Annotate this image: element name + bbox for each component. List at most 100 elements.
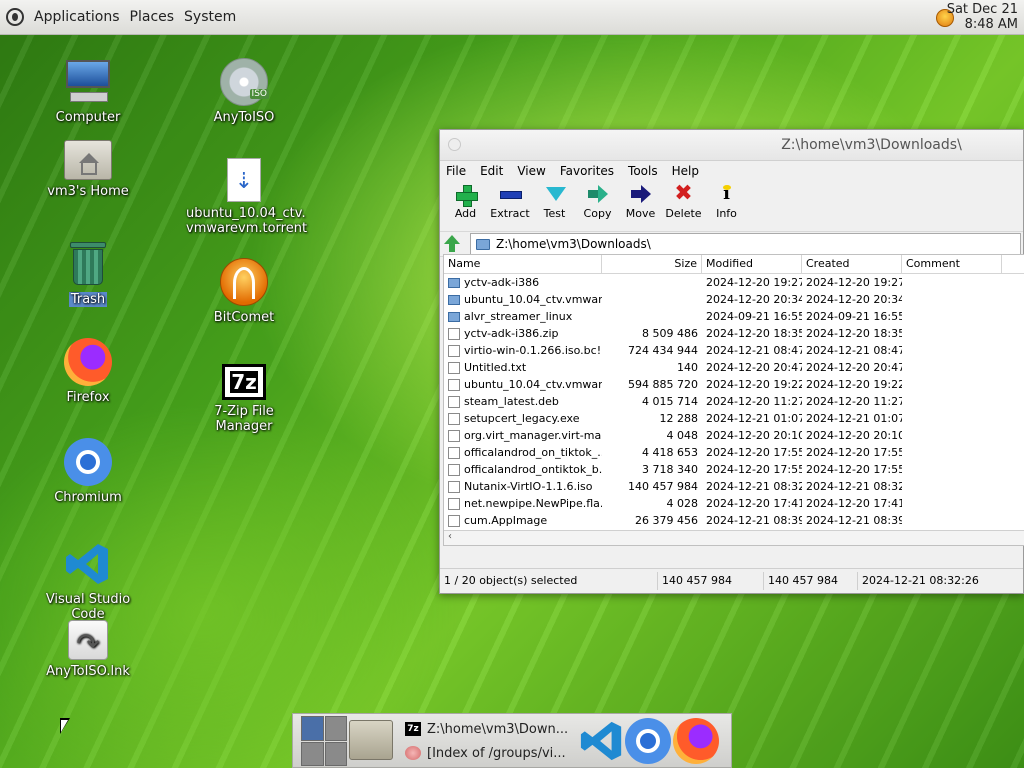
copy-button[interactable]: Copy [576,181,619,220]
table-row[interactable]: yctv-adk-i386.zip 8 509 486 2024-12-20 18:… [444,325,1024,342]
workspace-3[interactable] [301,741,324,766]
file-list-header: Name Size Modified Created Comment [444,255,1024,274]
cell-modified: 2024-09-21 16:55 [706,310,802,323]
add-button[interactable]: Add [444,181,487,220]
file-name: net.newpipe.NewPipe.fla... [464,497,602,510]
desktop-icon-7zip[interactable]: 7z 7-Zip File Manager [184,364,304,434]
column-created[interactable]: Created [802,255,902,273]
file-name: officalandrod_on_tiktok_... [464,446,602,459]
file-name: yctv-adk-i386 [464,276,540,289]
task-7zip[interactable]: 7z Z:\home\vm3\Down... [405,717,573,741]
menu-system[interactable]: System [184,9,236,25]
table-row[interactable]: ubuntu_10.04_ctv.vmwar... 594 885 720 2024… [444,376,1024,393]
cell-size: 140 [677,361,698,374]
horizontal-scrollbar[interactable]: ‹ [444,530,1024,545]
table-row[interactable]: cum.AppImage 26 379 456 2024-12-21 08:39 20… [444,512,1024,529]
column-comment[interactable]: Comment [902,255,1002,273]
cell-created: 2024-12-20 11:27 [806,395,902,408]
task-firefox[interactable]: [Index of /groups/vi... [405,741,573,765]
clock[interactable]: Sat Dec 21 8:48 AM [947,2,1018,32]
cell-created: 2024-12-20 20:34 [806,293,902,306]
workspace-switcher[interactable] [301,716,347,766]
menu-applications[interactable]: Applications [34,9,120,25]
table-row[interactable]: virtio-win-0.1.266.iso.bc! 724 434 944 202… [444,342,1024,359]
delete-button[interactable]: ✖ Delete [662,181,705,221]
cell-size: 4 028 [666,497,699,510]
table-row[interactable]: org.virt_manager.virt-ma... 4 048 2024-12-… [444,427,1024,444]
desktop-icon-firefox[interactable]: Firefox [28,338,148,405]
file-name: org.virt_manager.virt-ma... [464,429,602,442]
table-row[interactable]: yctv-adk-i386 2024-12-20 19:27 2024-12-20 … [444,274,1024,291]
show-desktop-icon[interactable] [349,720,393,760]
info-button[interactable]: i Info [705,181,748,220]
cell-modified: 2024-12-21 01:07 [706,412,802,425]
desktop-icon-vscode[interactable]: Visual Studio Code [28,540,148,622]
cell-size: 8 509 486 [642,327,698,340]
desktop-icon-trash[interactable]: Trash [28,240,148,307]
desktop-icon-anytoiso-lnk[interactable]: AnyToISO.lnk [28,620,148,679]
cell-name: Nutanix-VirtIO-1.1.6.iso [444,480,602,493]
chromium-launcher-icon[interactable] [625,718,671,764]
table-row[interactable]: Nutanix-VirtIO-1.1.6.iso 140 457 984 2024-… [444,478,1024,495]
7zip-icon: 7z [405,722,421,736]
path-input[interactable]: Z:\home\vm3\Downloads\ [470,233,1021,255]
menu-help[interactable]: Help [672,164,699,178]
desktop-icon-bitcomet[interactable]: BitComet [184,258,304,325]
column-size[interactable]: Size [602,255,702,273]
cell-size: 594 885 720 [628,378,698,391]
distro-logo-icon[interactable] [6,8,24,26]
cell-name: cum.AppImage [444,514,602,527]
menu-tools[interactable]: Tools [628,164,658,178]
desktop-icon-anytoiso[interactable]: ISO AnyToISO [184,58,304,125]
test-button[interactable]: Test [533,181,576,220]
firefox-icon [405,746,421,760]
table-row[interactable]: Untitled.txt 140 2024-12-20 20:47 2024-12-2… [444,359,1024,376]
move-button[interactable]: Move [619,181,662,220]
menu-view[interactable]: View [517,164,545,178]
up-arrow-icon[interactable] [442,233,464,255]
status-packed: 140 457 984 [764,572,858,590]
scroll-left-icon[interactable]: ‹ [448,531,452,542]
cell-created: 2024-12-21 08:32 [806,480,902,493]
task-label: [Index of /groups/vi... [427,745,566,761]
table-row[interactable]: setupcert_legacy.exe 12 288 2024-12-21 01:… [444,410,1024,427]
file-icon [448,429,460,442]
desktop-icon-computer[interactable]: Computer [28,58,148,125]
desktop-icon-label: vm3's Home [47,184,129,199]
table-row[interactable]: officalandrod_ontiktok_b... 3 718 340 2024… [444,461,1024,478]
desktop-icon-label: Visual Studio Code [45,592,131,622]
info-icon: i [716,183,738,205]
firefox-launcher-icon[interactable] [673,718,719,764]
desktop-icon-home[interactable]: vm3's Home [28,140,148,199]
test-label: Test [543,207,566,220]
desktop-icon-torrent[interactable]: ubuntu_10.04_ctv. vmwarevm.torrent [184,158,307,236]
file-name: ubuntu_10.04_ctv.vmwar... [464,293,602,306]
extract-button[interactable]: Extract [487,181,533,220]
workspace-2[interactable] [324,716,347,741]
cell-modified: 2024-12-20 19:27 [706,276,802,289]
column-name[interactable]: Name [444,255,602,273]
workspace-1[interactable] [301,716,324,741]
cell-created: 2024-12-20 18:35 [806,327,902,340]
file-name: steam_latest.deb [464,395,559,408]
menu-edit[interactable]: Edit [480,164,503,178]
table-row[interactable]: alvr_streamer_linux 2024-09-21 16:55 2024-… [444,308,1024,325]
desktop-icon-chromium[interactable]: Chromium [28,438,148,505]
workspace-4[interactable] [324,741,347,766]
table-row[interactable]: officalandrod_on_tiktok_... 4 418 653 2024… [444,444,1024,461]
table-row[interactable]: steam_latest.deb 4 015 714 2024-12-20 11:2… [444,393,1024,410]
extract-icon [499,183,522,205]
table-row[interactable]: ubuntu_10.04_ctv.vmwar... 2024-12-20 20:3… [444,291,1024,308]
cell-modified: 2024-12-20 11:27 [706,395,802,408]
extract-label: Extract [490,207,530,220]
table-row[interactable]: net.newpipe.NewPipe.fla... 4 028 2024-12-2… [444,495,1024,512]
menu-file[interactable]: File [446,164,466,178]
file-icon [448,395,460,408]
column-modified[interactable]: Modified [702,255,802,273]
window-titlebar[interactable]: Z:\home\vm3\Downloads\ [440,130,1023,161]
cell-name: Untitled.txt [444,361,602,374]
menu-favorites[interactable]: Favorites [560,164,614,178]
folder-icon [448,294,460,305]
vscode-launcher-icon[interactable] [579,718,625,764]
menu-places[interactable]: Places [130,9,175,25]
